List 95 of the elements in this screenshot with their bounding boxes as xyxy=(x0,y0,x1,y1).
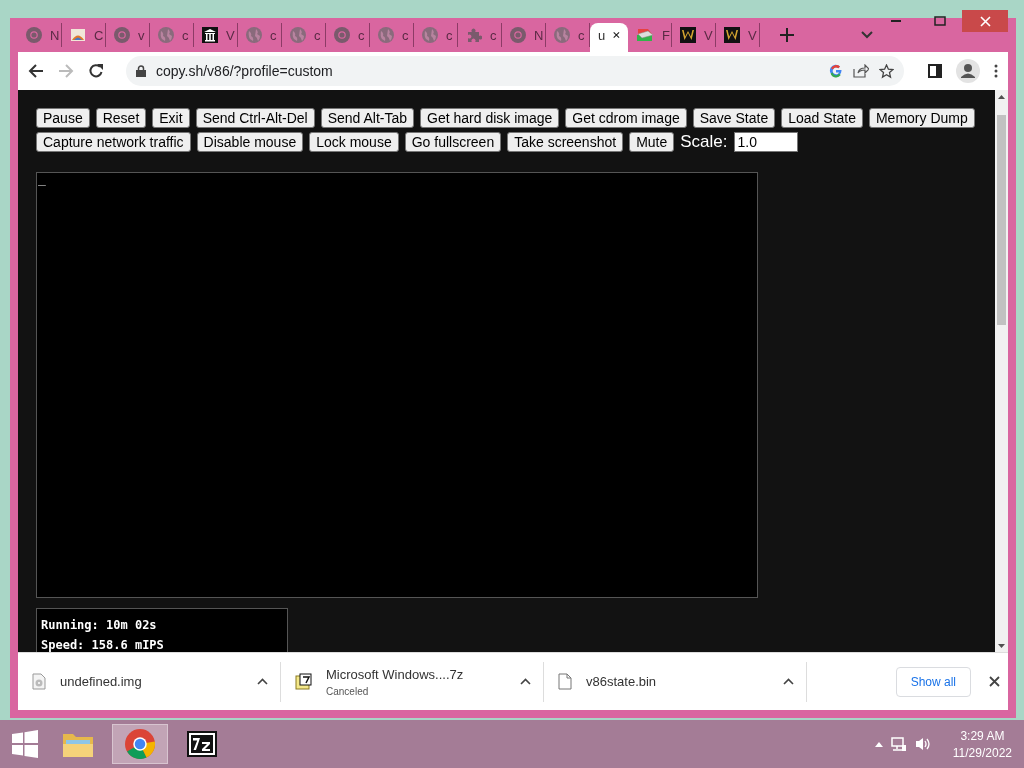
emulator-button[interactable]: Go fullscreen xyxy=(404,132,502,152)
stats-line: Speed: 158.6 mIPS xyxy=(41,637,165,652)
emulator-button[interactable]: Lock mouse xyxy=(309,132,399,152)
clock-time: 3:29 AM xyxy=(960,728,1005,743)
chrome-icon xyxy=(114,27,130,43)
chrome-icon xyxy=(510,27,526,43)
scale-field[interactable]: 1.0 xyxy=(733,132,798,152)
text-cursor: _ xyxy=(38,173,46,188)
building-icon xyxy=(202,27,218,43)
image-icon xyxy=(70,27,86,43)
browser-tab[interactable]: c xyxy=(326,23,370,47)
globe-icon xyxy=(158,27,174,43)
caret-up-icon[interactable] xyxy=(257,678,268,685)
lock-icon xyxy=(136,65,146,77)
show-all-button[interactable]: Show all xyxy=(895,666,971,697)
emulator-button[interactable]: Take screenshot xyxy=(507,132,624,152)
file-name: Microsoft Windows....7z xyxy=(326,666,465,682)
scroll-up-icon[interactable] xyxy=(998,95,1005,99)
browser-tab[interactable]: c xyxy=(546,23,590,47)
emulator-button[interactable]: Capture network traffic xyxy=(36,132,191,152)
download-item[interactable]: v86state.bin xyxy=(544,661,807,702)
clock-date: 11/29/2022 xyxy=(952,745,1012,760)
archive-file-icon xyxy=(295,673,312,690)
w-logo-icon xyxy=(724,27,740,43)
file-icon xyxy=(558,673,572,690)
emulator-button[interactable]: Mute xyxy=(629,132,675,152)
speaker-icon[interactable] xyxy=(914,736,931,752)
side-panel-icon[interactable] xyxy=(928,64,942,78)
scale-label: Scale: xyxy=(680,132,728,152)
browser-tab[interactable]: c xyxy=(238,23,282,47)
plus-icon[interactable] xyxy=(778,26,796,44)
download-status: Canceled xyxy=(326,685,370,697)
chrome-icon xyxy=(334,27,350,43)
star-icon[interactable] xyxy=(879,63,894,79)
scrollbar[interactable] xyxy=(995,90,1008,652)
disk-file-icon xyxy=(32,673,46,690)
emulator-screen[interactable]: _ xyxy=(36,172,758,598)
browser-tab[interactable]: c xyxy=(458,23,502,47)
emulator-button[interactable]: Load State xyxy=(781,108,863,128)
chrome-icon xyxy=(125,729,155,759)
profile-icon[interactable] xyxy=(956,59,980,83)
scroll-down-icon[interactable] xyxy=(998,644,1005,648)
file-name: v86state.bin xyxy=(586,674,658,689)
scrollbar-thumb[interactable] xyxy=(997,115,1006,325)
browser-tab[interactable]: v xyxy=(106,23,150,47)
emulator-button[interactable]: Disable mouse xyxy=(196,132,304,152)
emulator-button[interactable]: Get cdrom image xyxy=(565,108,687,128)
browser-tab[interactable]: c xyxy=(150,23,194,47)
browser-tab[interactable]: N xyxy=(18,23,62,47)
browser-tab[interactable]: V xyxy=(194,23,238,47)
sevenzip-icon xyxy=(187,731,217,757)
maximize-icon[interactable] xyxy=(934,16,946,26)
emulator-button[interactable]: Reset xyxy=(95,108,147,128)
windows-start-icon[interactable] xyxy=(11,730,39,758)
reload-icon[interactable] xyxy=(88,63,104,79)
browser-tab[interactable]: V xyxy=(672,23,716,47)
share-icon[interactable] xyxy=(853,64,869,78)
file-name: undefined.img xyxy=(60,674,143,689)
w-logo-icon xyxy=(680,27,696,43)
close-icon[interactable] xyxy=(613,30,620,40)
browser-tab[interactable]: c xyxy=(414,23,458,47)
browser-tab[interactable]: u xyxy=(590,23,628,55)
chrome-icon xyxy=(26,27,42,43)
browser-tab[interactable]: c xyxy=(282,23,326,47)
download-item[interactable]: Microsoft Windows....7z Canceled xyxy=(281,661,544,702)
globe-icon xyxy=(422,27,438,43)
caret-up-icon[interactable] xyxy=(783,678,794,685)
download-item[interactable]: undefined.img xyxy=(18,661,281,702)
emulator-button[interactable]: Send Ctrl-Alt-Del xyxy=(195,108,315,128)
browser-tab[interactable]: N xyxy=(502,23,546,47)
emulator-button[interactable]: Save State xyxy=(692,108,776,128)
close-button[interactable] xyxy=(962,10,1008,32)
emulator-button[interactable]: Memory Dump xyxy=(868,108,975,128)
emulator-button[interactable]: Send Alt-Tab xyxy=(320,108,415,128)
menu-icon[interactable] xyxy=(994,64,998,78)
globe-icon xyxy=(246,27,262,43)
close-icon[interactable] xyxy=(989,676,1000,687)
browser-tab[interactable]: C xyxy=(62,23,106,47)
clock[interactable]: 3:29 AM 11/29/2022 xyxy=(952,728,1012,760)
browser-tab[interactable]: c xyxy=(370,23,414,47)
drive-icon xyxy=(636,27,654,43)
globe-icon xyxy=(554,27,570,43)
puzzle-icon xyxy=(466,27,482,43)
globe-icon xyxy=(290,27,306,43)
emulator-button[interactable]: Get hard disk image xyxy=(420,108,560,128)
globe-icon xyxy=(378,27,394,43)
browser-tab[interactable]: V xyxy=(716,23,760,47)
google-icon[interactable] xyxy=(829,64,843,78)
emulator-button[interactable]: Exit xyxy=(152,108,190,128)
network-icon[interactable] xyxy=(890,736,907,752)
address-bar[interactable]: copy.sh/v86/?profile=custom xyxy=(126,56,904,86)
caret-up-icon[interactable] xyxy=(520,678,531,685)
emulator-button[interactable]: Pause xyxy=(36,108,90,128)
stats-line: Running: 10m 02s xyxy=(41,617,158,634)
back-icon[interactable] xyxy=(28,63,44,79)
